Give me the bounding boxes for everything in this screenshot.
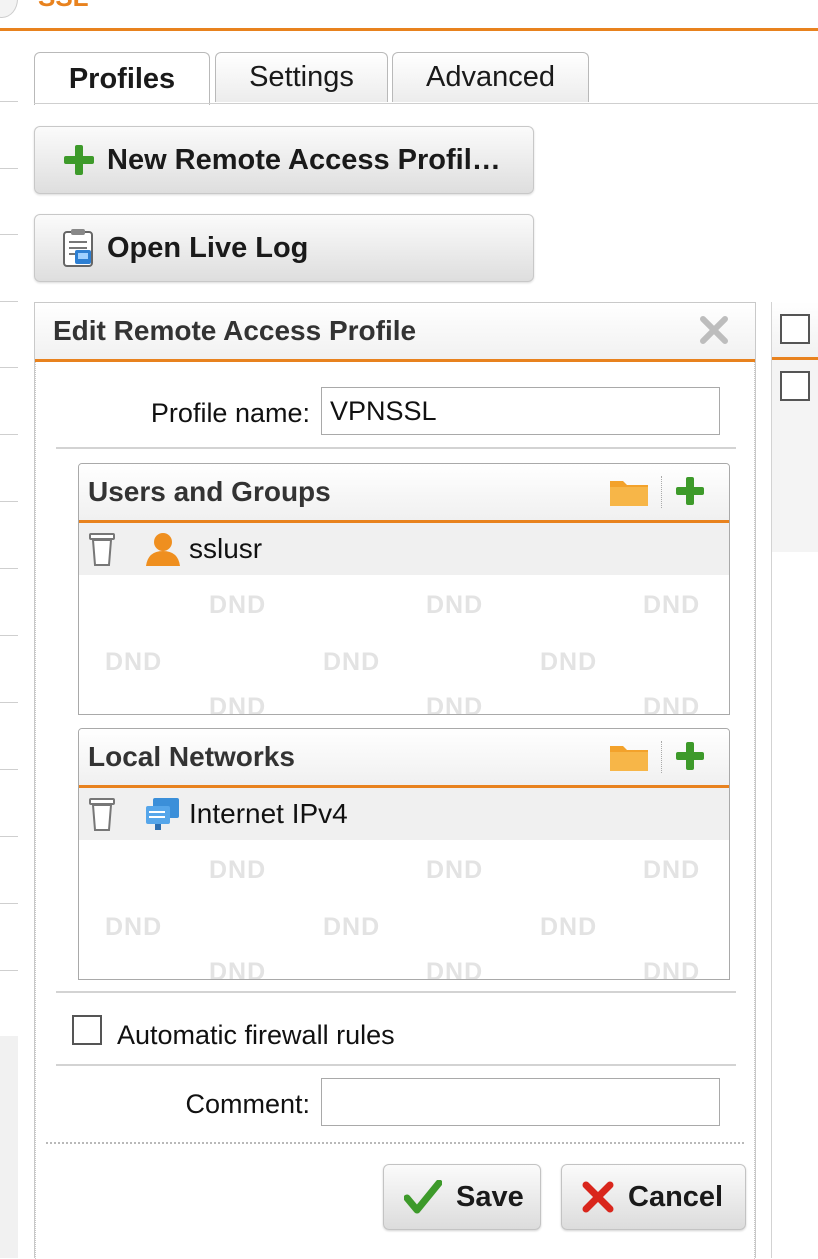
plus-icon [57, 143, 101, 177]
tab-profiles-label: Profiles [68, 62, 176, 95]
trash-icon[interactable] [87, 796, 117, 837]
folder-icon[interactable] [609, 742, 649, 777]
save-button[interactable]: Save [383, 1164, 541, 1230]
list-item[interactable]: Internet IPv4 [79, 788, 729, 840]
new-profile-label: New Remote Access Profil… [107, 143, 501, 176]
dnd-watermark: DND [426, 856, 484, 884]
dnd-watermark: DND [209, 693, 267, 715]
top-header: SSL [0, 0, 818, 31]
tab-advanced[interactable]: Advanced [392, 52, 589, 102]
open-live-log-button[interactable]: Open Live Log [34, 214, 534, 282]
select-all-checkbox[interactable] [780, 314, 810, 344]
separator [56, 1064, 736, 1066]
dnd-watermark: DND [540, 648, 598, 676]
save-label: Save [456, 1180, 524, 1213]
comment-input[interactable] [321, 1078, 720, 1126]
dnd-watermark: DND [426, 693, 484, 715]
dnd-watermark: DND [323, 913, 381, 941]
local-networks-title: Local Networks [88, 741, 295, 772]
dnd-watermark: DND [643, 693, 701, 715]
edit-profile-dialog: Edit Remote Access Profile Profile name:… [34, 302, 756, 1259]
header-corner [0, 0, 18, 18]
tab-advanced-label: Advanced [426, 61, 555, 93]
user-icon [143, 531, 183, 572]
network-entry-label: Internet IPv4 [189, 798, 348, 829]
profiles-list-partial [771, 302, 818, 1258]
add-network-plus-icon[interactable] [675, 741, 705, 776]
dnd-watermark: DND [426, 591, 484, 619]
automatic-firewall-rules-label: Automatic firewall rules [117, 1020, 395, 1050]
tab-settings-label: Settings [249, 61, 354, 93]
network-icon [143, 796, 183, 837]
page-breadcrumb: SSL [38, 0, 89, 13]
cross-icon [582, 1181, 614, 1213]
gutter-tick [0, 367, 18, 368]
header-divider [661, 741, 663, 773]
comment-label: Comment: [185, 1089, 310, 1119]
dnd-watermark: DND [540, 913, 598, 941]
separator [56, 991, 736, 993]
dnd-watermark: DND [643, 856, 701, 884]
gutter-tick [0, 970, 18, 971]
gutter-tick [0, 301, 18, 302]
dnd-watermark: DND [209, 591, 267, 619]
gutter-tick [0, 702, 18, 703]
close-icon[interactable] [699, 315, 729, 345]
dnd-watermark: DND [643, 591, 701, 619]
dnd-watermark: DND [105, 648, 163, 676]
gutter-tick [0, 501, 18, 502]
users-groups-panel: Users and Groups sslusr DND DND DND DND … [78, 463, 730, 715]
gutter-tick [0, 568, 18, 569]
tab-underline [34, 103, 818, 104]
add-user-plus-icon[interactable] [675, 476, 705, 511]
live-log-label: Open Live Log [107, 231, 309, 264]
dialog-body: Profile name: Users and Groups [35, 362, 755, 1259]
header-divider [661, 476, 663, 508]
dnd-watermark: DND [105, 913, 163, 941]
left-gutter [0, 31, 18, 1258]
user-entry-label: sslusr [189, 533, 263, 564]
dnd-watermark: DND [426, 958, 484, 980]
gutter-tick [0, 836, 18, 837]
dnd-watermark: DND [209, 958, 267, 980]
list-item[interactable]: sslusr [79, 523, 729, 575]
gutter-tick [0, 234, 18, 235]
gutter-tick [0, 434, 18, 435]
profile-name-label: Profile name: [150, 398, 310, 428]
gutter-tick [0, 903, 18, 904]
separator [56, 447, 736, 449]
drop-zone[interactable]: DND DND DND DND DND DND DND DND DND [79, 575, 729, 715]
dialog-title: Edit Remote Access Profile [53, 315, 417, 346]
local-networks-panel: Local Networks Internet IPv4 DND DND DND… [78, 728, 730, 980]
row-checkbox[interactable] [780, 371, 810, 401]
folder-icon[interactable] [609, 477, 649, 512]
gutter-tick [0, 101, 18, 102]
trash-icon[interactable] [87, 531, 117, 572]
gutter-shade [0, 1036, 18, 1258]
local-networks-header: Local Networks [79, 729, 729, 788]
profile-name-input[interactable] [321, 387, 720, 435]
dialog-header: Edit Remote Access Profile [35, 303, 755, 362]
tab-bar: Profiles Settings Advanced [34, 52, 818, 105]
cancel-button[interactable]: Cancel [561, 1164, 746, 1230]
users-groups-title: Users and Groups [88, 476, 331, 507]
tab-profiles[interactable]: Profiles [34, 52, 210, 105]
checkmark-icon [404, 1180, 442, 1214]
dnd-watermark: DND [643, 958, 701, 980]
dnd-watermark: DND [323, 648, 381, 676]
footer-divider [46, 1142, 744, 1144]
drop-zone[interactable]: DND DND DND DND DND DND DND DND DND [79, 840, 729, 980]
log-icon [57, 228, 101, 268]
cancel-label: Cancel [628, 1180, 724, 1213]
gutter-tick [0, 769, 18, 770]
users-groups-header: Users and Groups [79, 464, 729, 523]
automatic-firewall-rules-checkbox[interactable] [72, 1015, 102, 1045]
gutter-tick [0, 635, 18, 636]
dnd-watermark: DND [209, 856, 267, 884]
tab-settings[interactable]: Settings [215, 52, 388, 102]
new-remote-access-profile-button[interactable]: New Remote Access Profil… [34, 126, 534, 194]
gutter-tick [0, 168, 18, 169]
